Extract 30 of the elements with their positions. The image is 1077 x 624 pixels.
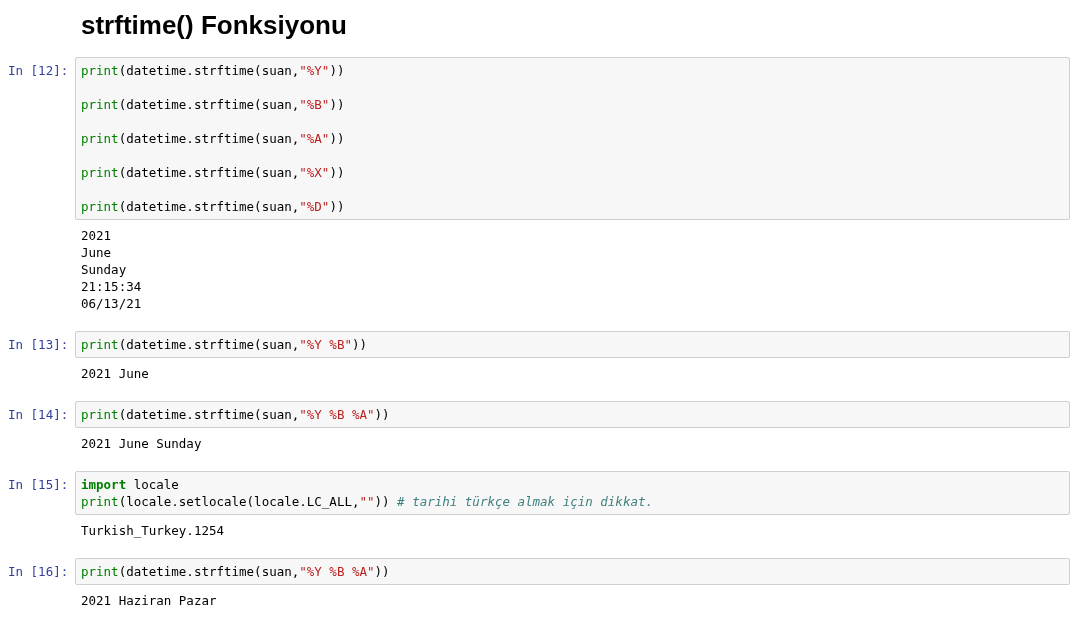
output-line: 2021 Haziran Pazar (81, 592, 217, 609)
input-prompt: In [13]: (8, 336, 70, 353)
output-line: 21:15:34 (81, 278, 142, 295)
code-line: import locale (81, 477, 179, 492)
code-line: print(datetime.strftime(suan,"%Y")) (81, 63, 345, 78)
output-line: 06/13/21 (81, 295, 142, 312)
code-cell[interactable]: print(datetime.strftime(suan,"%Y %B %A")) (75, 401, 1070, 428)
input-prompt: In [14]: (8, 406, 70, 423)
code-cell[interactable]: print(datetime.strftime(suan,"%Y %B")) (75, 331, 1070, 358)
output-line: 2021 June (81, 365, 149, 382)
output-line: Turkish_Turkey.1254 (81, 522, 224, 539)
code-line: print(datetime.strftime(suan,"%Y %B %A")) (81, 564, 390, 579)
code-line: print(datetime.strftime(suan,"%Y %B %A")) (81, 407, 390, 422)
code-line: print(datetime.strftime(suan,"%X")) (81, 165, 345, 180)
code-line: print(datetime.strftime(suan,"%B")) (81, 97, 345, 112)
input-prompt: In [15]: (8, 476, 70, 493)
code-line: print(datetime.strftime(suan,"%Y %B")) (81, 337, 367, 352)
notebook-heading: strftime() Fonksiyonu (81, 9, 348, 42)
output-line: Sunday (81, 261, 127, 278)
code-cell[interactable]: print(datetime.strftime(suan,"%Y %B %A")) (75, 558, 1070, 585)
code-line: print(locale.setlocale(locale.LC_ALL,"")) # tarihi türkçe almak için dikkat. (81, 494, 653, 509)
output-line: 2021 (81, 227, 112, 244)
input-prompt: In [12]: (8, 62, 70, 79)
code-cell[interactable]: import locale print(locale.setlocale(locale.LC_ALL,"")) # tarihi türkçe almak için dikkat. (75, 471, 1070, 515)
code-cell[interactable]: print(datetime.strftime(suan,"%Y")) print(datetime.strftime(suan,"%B")) print(datetime.strftime(suan,"%A")) print(datetime.strftime(suan,"%X")) print(datetime.strftime(suan,"%D")) (75, 57, 1070, 220)
output-line: June (81, 244, 112, 261)
input-prompt: In [16]: (8, 563, 70, 580)
output-line: 2021 June Sunday (81, 435, 202, 452)
code-line: print(datetime.strftime(suan,"%D")) (81, 199, 345, 214)
code-line: print(datetime.strftime(suan,"%A")) (81, 131, 345, 146)
